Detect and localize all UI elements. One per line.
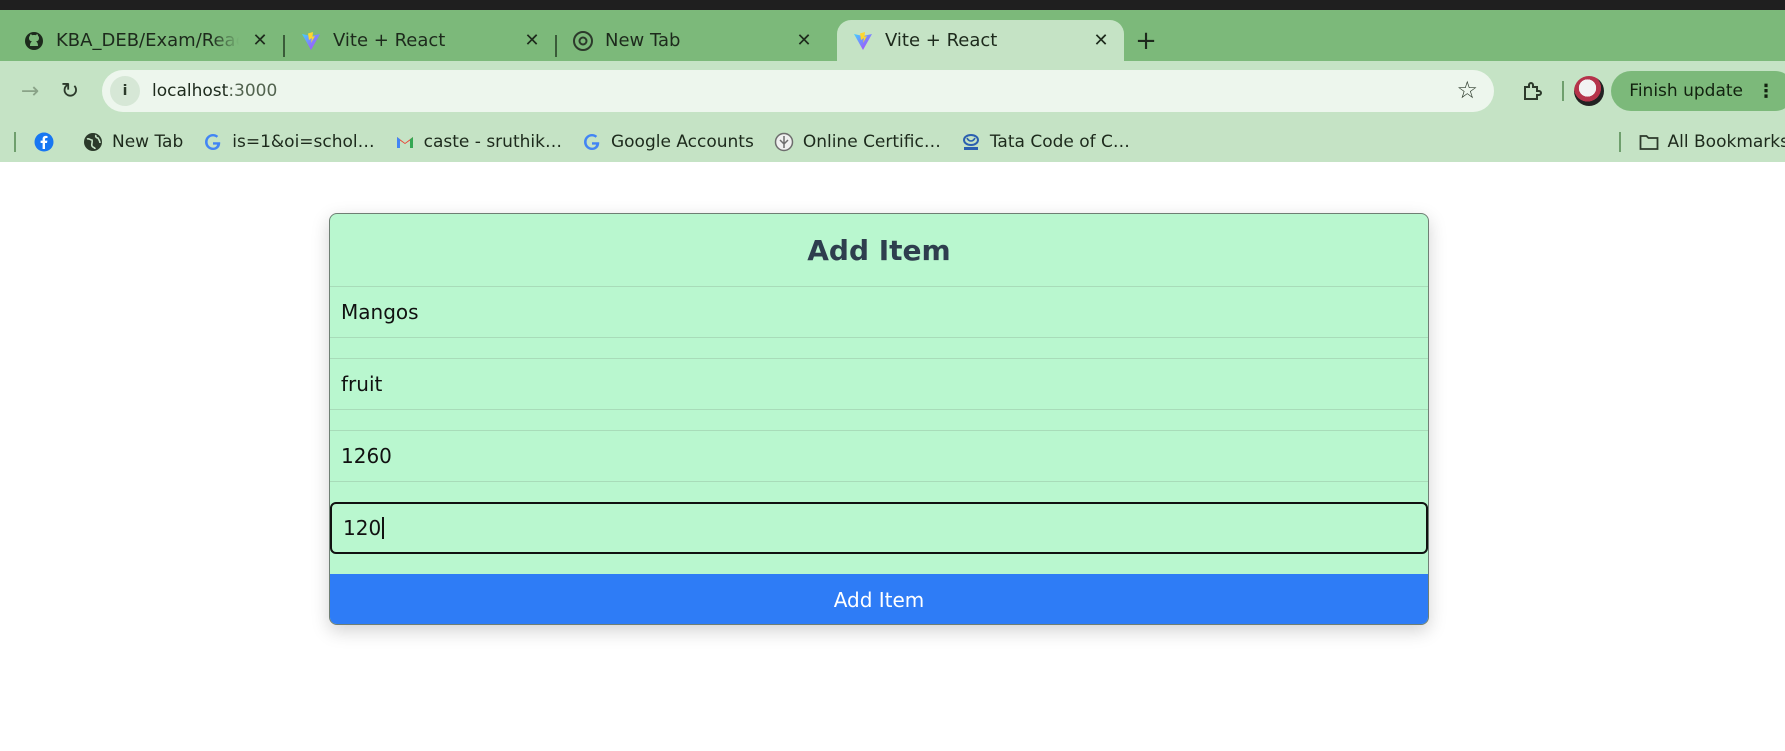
- all-bookmarks-label: All Bookmarks: [1667, 131, 1785, 152]
- text-caret: [382, 517, 385, 539]
- item-price-input[interactable]: 1260: [330, 430, 1428, 482]
- tab-vite-react-1[interactable]: Vite + React ✕: [285, 20, 555, 61]
- new-tab-button[interactable]: +: [1124, 20, 1168, 61]
- tab-strip: KBA_DEB/Exam/ReactEx ✕ Vite + React ✕ Ne…: [0, 10, 1785, 61]
- add-item-form: Add Item Mangos fruit 1260 120 Add Item: [329, 213, 1429, 625]
- bookmark-online-certificate[interactable]: Online Certific…: [774, 132, 941, 152]
- tab-new-tab[interactable]: New Tab ✕: [557, 20, 827, 61]
- tata-icon: [961, 132, 981, 152]
- bookmark-tata[interactable]: Tata Code of C…: [961, 132, 1130, 152]
- tab-title: New Tab: [605, 30, 681, 51]
- bookmark-label: New Tab: [112, 131, 184, 152]
- close-icon[interactable]: ✕: [793, 30, 815, 52]
- reload-icon[interactable]: ↻: [50, 71, 90, 111]
- bookmark-label: Google Accounts: [610, 131, 754, 152]
- bookmark-google-accounts[interactable]: Google Accounts: [582, 132, 754, 152]
- close-icon[interactable]: ✕: [249, 30, 271, 52]
- toolbar-divider: [1562, 81, 1564, 101]
- extensions-icon[interactable]: [1512, 71, 1552, 111]
- vite-icon: [301, 31, 321, 51]
- bookmarks-separator: [14, 131, 16, 152]
- bookmark-gmail[interactable]: caste - sruthik…: [395, 132, 562, 152]
- more-vert-icon[interactable]: ⋮: [1757, 81, 1775, 102]
- page-content: Add Item Mangos fruit 1260 120 Add Item: [0, 162, 1785, 751]
- tab-title: Vite + React: [333, 30, 446, 51]
- google-icon: [203, 132, 223, 152]
- bookmarks-bar: New Tab is=1&oi=schol… caste - sruthik… …: [0, 121, 1785, 162]
- google-icon: [582, 132, 602, 152]
- chrome-icon: [573, 30, 593, 51]
- bookmark-scholar[interactable]: is=1&oi=schol…: [203, 131, 375, 152]
- profile-avatar[interactable]: [1574, 76, 1604, 106]
- finish-update-button[interactable]: Finish update ⋮: [1611, 71, 1785, 111]
- tab-vite-react-active[interactable]: Vite + React ✕: [837, 20, 1124, 61]
- address-bar[interactable]: i localhost:3000 ☆: [102, 70, 1494, 112]
- item-quantity-input[interactable]: 120: [330, 502, 1428, 554]
- folder-icon: [1639, 133, 1659, 151]
- item-category-input[interactable]: fruit: [330, 358, 1428, 410]
- bookmark-new-tab[interactable]: New Tab: [83, 132, 183, 152]
- globe-icon: [83, 132, 103, 152]
- form-title: Add Item: [807, 233, 951, 267]
- gmail-icon: [395, 132, 415, 152]
- facebook-icon: [34, 132, 54, 152]
- bookmark-label: Online Certific…: [802, 131, 941, 152]
- bookmarks-separator: [1618, 131, 1621, 152]
- bookmark-label: Tata Code of C…: [989, 131, 1130, 152]
- os-top-bar: [0, 0, 1785, 10]
- vite-icon: [853, 31, 873, 51]
- bookmark-label: caste - sruthik…: [423, 131, 562, 152]
- bookmark-facebook[interactable]: [34, 132, 63, 152]
- item-name-input[interactable]: Mangos: [330, 286, 1428, 338]
- close-icon[interactable]: ✕: [1090, 30, 1112, 52]
- forward-arrow-icon[interactable]: →: [10, 71, 50, 111]
- add-item-button[interactable]: Add Item: [330, 574, 1428, 624]
- browser-toolbar: → ↻ i localhost:3000 ☆ Finish update ⋮: [0, 61, 1785, 121]
- bookmark-star-icon[interactable]: ☆: [1456, 76, 1478, 104]
- bookmark-label: is=1&oi=schol…: [232, 131, 375, 152]
- tab-title: KBA_DEB/Exam/ReactEx: [56, 30, 239, 51]
- site-info-icon[interactable]: i: [110, 76, 140, 106]
- tab-title: Vite + React: [885, 30, 998, 51]
- github-icon: [24, 31, 44, 51]
- certificate-icon: [774, 132, 794, 152]
- close-icon[interactable]: ✕: [521, 30, 543, 52]
- all-bookmarks[interactable]: All Bookmarks: [1618, 121, 1785, 162]
- tab-github[interactable]: KBA_DEB/Exam/ReactEx ✕: [8, 20, 283, 61]
- url-text: localhost:3000: [152, 81, 278, 101]
